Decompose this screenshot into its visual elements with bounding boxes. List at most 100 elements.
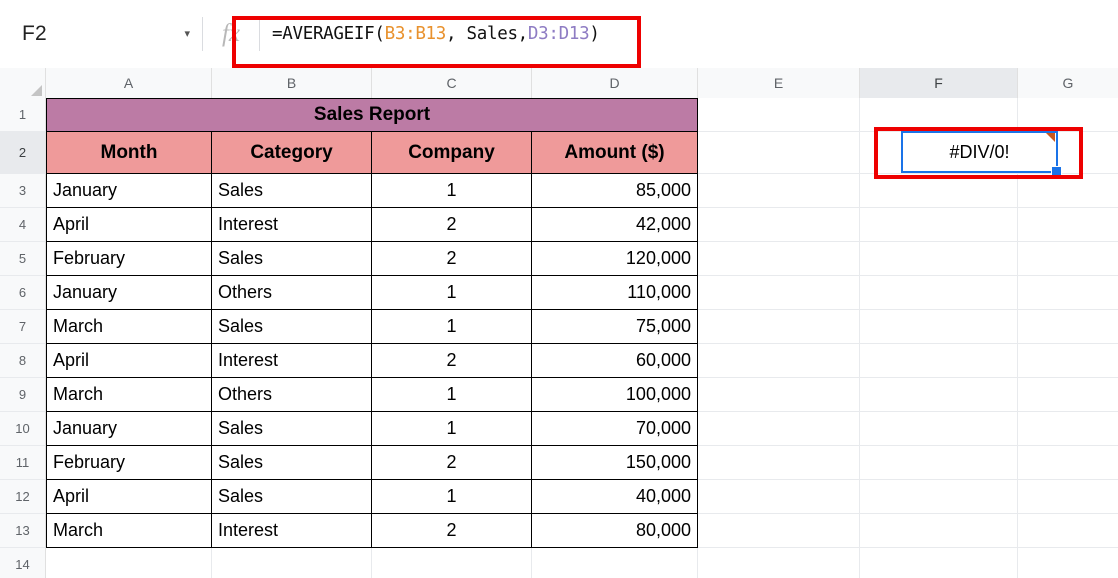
cell-f8[interactable] [860, 344, 1018, 378]
cell-a1-title[interactable]: Sales Report [46, 98, 698, 132]
cell-c2-header-company[interactable]: Company [372, 132, 532, 174]
formula-input[interactable]: =AVERAGEIF(B3:B13, Sales,D3:D13) [260, 24, 1118, 44]
cell-d7-amount[interactable]: 75,000 [532, 310, 698, 344]
column-header-f[interactable]: F [860, 68, 1018, 98]
cell-a3-month[interactable]: January [46, 174, 212, 208]
cell-b10-category[interactable]: Sales [212, 412, 372, 446]
cell-g11[interactable] [1018, 446, 1118, 480]
cell-f7[interactable] [860, 310, 1018, 344]
cell-c10-company[interactable]: 1 [372, 412, 532, 446]
cell-f14[interactable] [860, 548, 1018, 578]
cell-f13[interactable] [860, 514, 1018, 548]
cell-f4[interactable] [860, 208, 1018, 242]
row-header-11[interactable]: 11 [0, 446, 46, 480]
cell-g13[interactable] [1018, 514, 1118, 548]
cell-a14[interactable] [46, 548, 212, 578]
column-header-c[interactable]: C [372, 68, 532, 98]
cell-e3[interactable] [698, 174, 860, 208]
cell-f6[interactable] [860, 276, 1018, 310]
row-header-13[interactable]: 13 [0, 514, 46, 548]
cell-e6[interactable] [698, 276, 860, 310]
cell-d8-amount[interactable]: 60,000 [532, 344, 698, 378]
cell-g8[interactable] [1018, 344, 1118, 378]
cell-e4[interactable] [698, 208, 860, 242]
cell-d5-amount[interactable]: 120,000 [532, 242, 698, 276]
cell-e14[interactable] [698, 548, 860, 578]
fill-handle[interactable] [1051, 166, 1062, 177]
cell-d10-amount[interactable]: 70,000 [532, 412, 698, 446]
cell-a5-month[interactable]: February [46, 242, 212, 276]
cell-c8-company[interactable]: 2 [372, 344, 532, 378]
cell-d13-amount[interactable]: 80,000 [532, 514, 698, 548]
row-header-3[interactable]: 3 [0, 174, 46, 208]
row-header-14[interactable]: 14 [0, 548, 46, 578]
cell-b14[interactable] [212, 548, 372, 578]
cell-g1[interactable] [1018, 98, 1118, 132]
row-header-7[interactable]: 7 [0, 310, 46, 344]
cell-b2-header-category[interactable]: Category [212, 132, 372, 174]
cell-b11-category[interactable]: Sales [212, 446, 372, 480]
function-fx-icon[interactable]: fx [203, 20, 259, 48]
cell-e1[interactable] [698, 98, 860, 132]
chevron-down-icon[interactable]: ▾ [184, 28, 190, 40]
row-header-4[interactable]: 4 [0, 208, 46, 242]
cell-d11-amount[interactable]: 150,000 [532, 446, 698, 480]
cell-b6-category[interactable]: Others [212, 276, 372, 310]
cell-c14[interactable] [372, 548, 532, 578]
cell-e12[interactable] [698, 480, 860, 514]
cell-g4[interactable] [1018, 208, 1118, 242]
column-header-d[interactable]: D [532, 68, 698, 98]
cell-d2-header-amount[interactable]: Amount ($) [532, 132, 698, 174]
cell-c9-company[interactable]: 1 [372, 378, 532, 412]
cell-a7-month[interactable]: March [46, 310, 212, 344]
cell-a13-month[interactable]: March [46, 514, 212, 548]
cell-e11[interactable] [698, 446, 860, 480]
cell-g14[interactable] [1018, 548, 1118, 578]
cell-b12-category[interactable]: Sales [212, 480, 372, 514]
name-box[interactable]: F2 ▾ [22, 12, 202, 56]
cell-b8-category[interactable]: Interest [212, 344, 372, 378]
cell-c13-company[interactable]: 2 [372, 514, 532, 548]
cell-a9-month[interactable]: March [46, 378, 212, 412]
row-header-2[interactable]: 2 [0, 132, 46, 174]
cell-f10[interactable] [860, 412, 1018, 446]
cell-g10[interactable] [1018, 412, 1118, 446]
row-header-6[interactable]: 6 [0, 276, 46, 310]
cell-c12-company[interactable]: 1 [372, 480, 532, 514]
cell-f3[interactable] [860, 174, 1018, 208]
cell-e10[interactable] [698, 412, 860, 446]
cell-f1[interactable] [860, 98, 1018, 132]
row-header-9[interactable]: 9 [0, 378, 46, 412]
row-header-12[interactable]: 12 [0, 480, 46, 514]
cell-g5[interactable] [1018, 242, 1118, 276]
cell-c4-company[interactable]: 2 [372, 208, 532, 242]
row-header-5[interactable]: 5 [0, 242, 46, 276]
cell-d4-amount[interactable]: 42,000 [532, 208, 698, 242]
cell-c7-company[interactable]: 1 [372, 310, 532, 344]
cell-b4-category[interactable]: Interest [212, 208, 372, 242]
column-header-a[interactable]: A [46, 68, 212, 98]
cell-c3-company[interactable]: 1 [372, 174, 532, 208]
cell-f5[interactable] [860, 242, 1018, 276]
cell-c5-company[interactable]: 2 [372, 242, 532, 276]
cell-e7[interactable] [698, 310, 860, 344]
cell-b7-category[interactable]: Sales [212, 310, 372, 344]
cell-g9[interactable] [1018, 378, 1118, 412]
select-all-corner[interactable] [0, 68, 46, 98]
cell-a12-month[interactable]: April [46, 480, 212, 514]
cell-g12[interactable] [1018, 480, 1118, 514]
cell-g6[interactable] [1018, 276, 1118, 310]
cell-e8[interactable] [698, 344, 860, 378]
cell-f11[interactable] [860, 446, 1018, 480]
cell-e13[interactable] [698, 514, 860, 548]
row-header-10[interactable]: 10 [0, 412, 46, 446]
cell-e2[interactable] [698, 132, 860, 174]
cell-a11-month[interactable]: February [46, 446, 212, 480]
cell-d14[interactable] [532, 548, 698, 578]
cell-e9[interactable] [698, 378, 860, 412]
column-header-g[interactable]: G [1018, 68, 1118, 98]
cell-b3-category[interactable]: Sales [212, 174, 372, 208]
cell-d3-amount[interactable]: 85,000 [532, 174, 698, 208]
cell-b9-category[interactable]: Others [212, 378, 372, 412]
cell-a8-month[interactable]: April [46, 344, 212, 378]
